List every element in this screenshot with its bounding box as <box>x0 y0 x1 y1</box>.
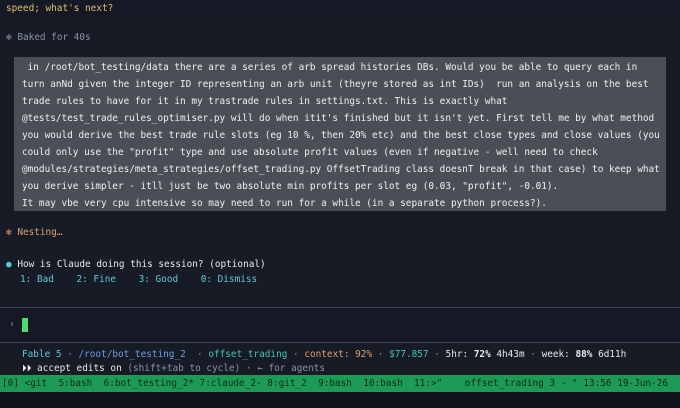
git-branch: offset_trading <box>208 349 288 360</box>
agents-hint: ← for agents <box>257 363 325 374</box>
previous-message-text: speed; what's next? <box>6 3 114 14</box>
tmux-status-bar: [0] <git 5:bash 6:bot_testing_2* 7:claud… <box>0 375 680 392</box>
tmux-window-list[interactable]: [0] <git 5:bash 6:bot_testing_2* 7:claud… <box>0 378 442 389</box>
nesting-label: Nesting… <box>17 227 63 238</box>
feedback-options: 1: Bad 2: Fine 3: Good 0: Dismiss <box>20 271 257 288</box>
text-cursor <box>22 318 28 332</box>
prompt-line: you derive simpler - itll just be two ab… <box>22 181 559 192</box>
prompt-line: turn anNd given the integer ID represent… <box>22 79 649 90</box>
baked-label: Baked for 40s <box>17 32 91 43</box>
prompt-input[interactable] <box>0 308 680 342</box>
user-prompt-block: in /root/bot_testing/data there are a se… <box>14 57 666 211</box>
prompt-line: in /root/bot_testing/data there are a se… <box>22 62 638 73</box>
context-value: 92% <box>355 349 373 360</box>
prompt-line: @tests/test_trade_rules_optimiser.py wil… <box>22 113 655 124</box>
feedback-question-text: How is Claude doing this session? (optio… <box>17 259 266 270</box>
prompt-line: It may vbe very cpu intensive so may nee… <box>22 198 547 209</box>
prompt-line: trade rules to have for it in my trastra… <box>22 96 508 107</box>
five-hour-label: 5hr: <box>445 349 469 360</box>
prompt-line: @modules/strategies/meta_strategies/offs… <box>22 164 660 175</box>
five-hour-value: 72% <box>473 349 491 360</box>
input-bottom-divider <box>0 342 680 343</box>
five-hour-time: 4h43m <box>496 349 525 360</box>
feedback-option-fine[interactable]: 2: Fine <box>76 274 116 285</box>
asterisk-icon: ✻ <box>6 32 12 43</box>
prompt-line: could only use the "profit" type and use… <box>22 147 598 158</box>
prompt-line: you would derive the best trade rule slo… <box>22 130 660 141</box>
model-name: Fable 5 <box>22 349 62 360</box>
accept-edits-label[interactable]: accept edits on <box>37 363 122 374</box>
tmux-status-right: offset_trading 3 - " 13:56 19-Jun-26 <box>464 378 668 389</box>
prompt-chevron-icon: › <box>9 319 15 330</box>
context-label: context: <box>304 349 350 360</box>
feedback-option-dismiss[interactable]: 0: Dismiss <box>201 274 257 285</box>
bottom-strip <box>0 392 680 408</box>
asterisk-icon: ✻ <box>6 227 12 238</box>
baked-status: ✻ Baked for 40s <box>6 29 91 46</box>
mode-hint: (shift+tab to cycle) <box>127 363 241 374</box>
nesting-status: ✻ Nesting… <box>6 224 62 241</box>
feedback-option-good[interactable]: 3: Good <box>139 274 179 285</box>
week-value: 88% <box>575 349 593 360</box>
accept-edits-icon: ⏵⏵ <box>22 363 32 374</box>
session-cost: $77.857 <box>389 349 429 360</box>
working-directory: /root/bot_testing_2 <box>78 349 186 360</box>
week-label: week: <box>541 349 570 360</box>
bullet-icon: ● <box>6 259 12 270</box>
feedback-option-bad[interactable]: 1: Bad <box>20 274 54 285</box>
week-time: 6d11h <box>598 349 627 360</box>
